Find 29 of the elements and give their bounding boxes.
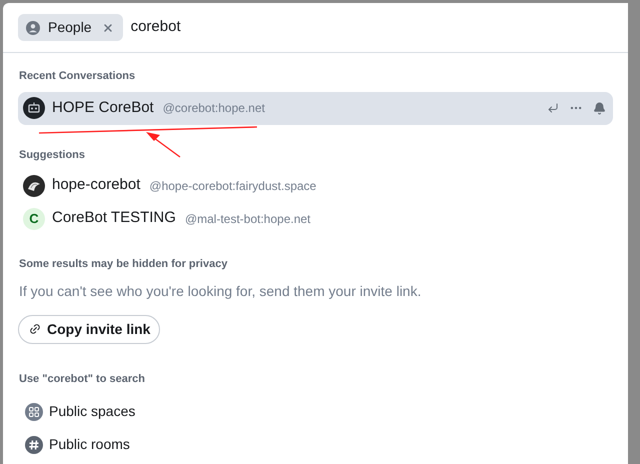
robot-avatar-icon (23, 97, 45, 119)
search-option[interactable]: Public spaces (18, 395, 613, 428)
section-heading: Suggestions (18, 148, 86, 162)
section-heading: Recent Conversations (18, 69, 136, 84)
user-result-row[interactable]: C CoreBot TESTING @mal-test-bot:hope.net (18, 202, 613, 235)
user-result-row[interactable]: hope-corebot @hope-corebot:fairydust.space (18, 169, 613, 202)
search-option-label: Public rooms (49, 435, 130, 454)
letter-avatar: C (23, 208, 45, 230)
user-id: @corebot:hope.net (162, 100, 265, 117)
privacy-message: If you can't see who you're looking for, send them your invite link. (18, 282, 422, 301)
user-name: hope-corebot (52, 175, 140, 196)
close-icon[interactable] (102, 22, 114, 34)
hash-icon (25, 436, 43, 454)
search-option-label: Public spaces (49, 402, 136, 421)
person-icon (26, 20, 40, 34)
search-field[interactable]: corebot (130, 16, 613, 39)
grid-icon (25, 402, 43, 420)
user-name: HOPE CoreBot (52, 98, 154, 118)
notification-bell-icon[interactable] (593, 102, 606, 114)
section-heading: Use "corebot" to search (18, 372, 146, 386)
user-name: CoreBot TESTING (52, 208, 176, 228)
filter-label: People (48, 18, 92, 37)
copy-invite-link-button[interactable]: Copy invite link (18, 314, 160, 344)
search-option[interactable]: Public rooms (18, 428, 613, 461)
user-result-row[interactable]: HOPE CoreBot @corebot:hope.net (18, 92, 613, 124)
section-heading: Some results may be hidden for privacy (18, 257, 228, 272)
user-id: @hope-corebot:fairydust.space (149, 178, 316, 194)
enter-icon (547, 102, 559, 114)
user-id: @mal-test-bot:hope.net (184, 210, 311, 228)
